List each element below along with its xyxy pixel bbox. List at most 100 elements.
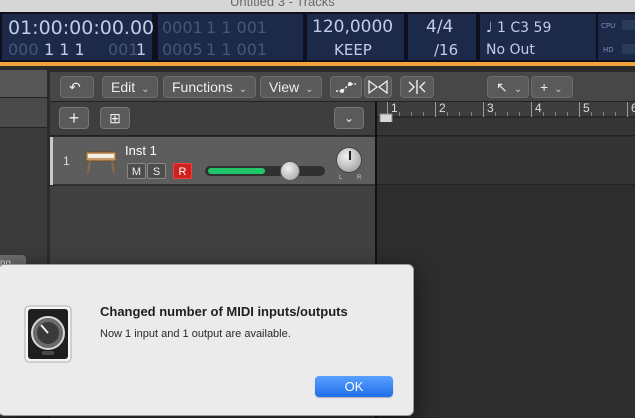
ruler-tick [459, 112, 460, 116]
volume-fader-knob[interactable] [280, 161, 300, 181]
cpu-label: CPU [601, 22, 616, 30]
ruler-tick [591, 112, 592, 116]
bar-ruler[interactable]: 1 2 3 4 5 6 [377, 102, 635, 117]
track-selection-indicator [50, 137, 53, 185]
hd-meter [622, 44, 635, 54]
marquee-tool-menu[interactable]: + ⌄ [531, 76, 573, 98]
chevron-down-icon: ⌄ [305, 84, 314, 95]
ok-button[interactable]: OK [315, 376, 393, 397]
flex-icon [368, 79, 388, 95]
lcd-division[interactable]: /16 [434, 41, 458, 59]
ruler-bar-label: 2 [435, 102, 446, 117]
functions-menu-label: Functions [172, 79, 233, 95]
lcd-midi-in: ♩ 1 C3 59 [486, 20, 552, 36]
window-title: Untitled 3 - Tracks [230, 0, 335, 9]
solo-button[interactable]: S [147, 163, 166, 179]
view-menu-label: View [269, 79, 300, 95]
lcd-length-dim: 0005 [162, 40, 203, 59]
ruler-tick [567, 112, 568, 116]
dialog-headline: Changed number of MIDI inputs/outputs [100, 304, 348, 319]
duplicate-track-button[interactable]: ⊞ [100, 107, 130, 129]
ruler-tick [615, 112, 616, 116]
ruler-tick [603, 112, 604, 116]
lcd-bars-suffix-dim: 001 [108, 40, 139, 59]
lcd-bars-prefix: 000 [8, 40, 39, 59]
ruler-bar-label: 4 [531, 102, 542, 117]
automation-button[interactable] [330, 76, 362, 98]
ruler-bar-label: 3 [483, 102, 494, 117]
inspector-header [0, 70, 47, 98]
ruler-tick [507, 112, 508, 116]
track-number: 1 [63, 154, 70, 168]
lcd-bars-suffix: 1 [136, 40, 147, 59]
ruler-tick [411, 112, 412, 116]
lcd-time-dim-rest: 1 1 001 [206, 18, 268, 37]
hd-label: HD [603, 46, 614, 54]
catch-button[interactable] [400, 76, 434, 98]
dialog-message: Now 1 input and 1 output are available. [100, 328, 291, 340]
catch-playhead-icon [408, 80, 426, 94]
pointer-tool-icon: ↖ [496, 79, 508, 95]
ruler-tick [495, 112, 496, 116]
arrange-area[interactable] [377, 137, 635, 418]
track-list-header: + ⊞ ⌄ [50, 102, 375, 136]
ruler-tick [423, 112, 424, 116]
pan-knob[interactable] [336, 147, 362, 173]
mute-button[interactable]: M [127, 163, 146, 179]
ruler-bar-label: 6 [627, 102, 635, 117]
edit-menu-button[interactable]: Edit ⌄ [102, 76, 158, 98]
control-bar-accent [0, 62, 635, 66]
add-track-button[interactable]: + [59, 107, 89, 129]
crosshair-tool-icon: + [540, 79, 549, 95]
volume-level-fill [208, 168, 265, 174]
keyboard-instrument-icon [85, 151, 117, 174]
undo-arrow-icon: ↶ [69, 79, 81, 95]
ruler-tick [399, 112, 400, 116]
lcd-display[interactable]: 01:00:00:00.00 000 1 1 1 001 1 0001 1 1 … [0, 12, 635, 64]
cpu-meter [622, 20, 635, 30]
playhead-icon[interactable] [379, 112, 393, 122]
track-lane[interactable] [377, 137, 635, 185]
track-name[interactable]: Inst 1 [125, 143, 157, 158]
chevron-down-icon: ⌄ [513, 84, 523, 95]
lcd-tempo[interactable]: 120,0000 [312, 17, 393, 37]
pan-left-label: L [339, 175, 343, 181]
plus-icon: + [68, 108, 80, 128]
logic-pro-app-icon [24, 305, 72, 363]
duplicate-icon: ⊞ [109, 110, 121, 126]
ruler-tick [447, 112, 448, 116]
lcd-bars-position[interactable]: 1 1 1 [44, 40, 85, 59]
title-bar: Untitled 3 - Tracks [0, 0, 635, 12]
ruler-tick [519, 112, 520, 116]
ruler-bar-label: 5 [579, 102, 590, 117]
view-menu-button[interactable]: View ⌄ [260, 76, 322, 98]
volume-fader[interactable] [205, 161, 325, 181]
collapse-icon: ⌄ [343, 111, 355, 125]
lcd-length-rest: 1 1 001 [206, 40, 268, 59]
flex-button[interactable] [364, 76, 392, 98]
inspector-row [0, 98, 47, 128]
lcd-time-dim: 0001 [162, 18, 203, 37]
pan-pointer [349, 151, 351, 160]
global-tracks-button[interactable]: ⌄ [334, 107, 364, 129]
lcd-tempo-mode[interactable]: KEEP [334, 41, 372, 59]
tracks-toolbar: ↶ Edit ⌄ Functions ⌄ View ⌄ ↖ ⌄ + ⌄ [50, 72, 635, 102]
chevron-down-icon: ⌄ [554, 84, 563, 95]
chevron-down-icon: ⌄ [238, 84, 248, 95]
pointer-tool-menu[interactable]: ↖ ⌄ [487, 76, 529, 98]
ruler-tick [543, 112, 544, 116]
ruler-tick [555, 112, 556, 116]
marker-lane[interactable] [377, 118, 635, 136]
lcd-time-signature[interactable]: 4/4 [426, 17, 453, 37]
lcd-midi-out: No Out [486, 42, 535, 58]
automation-curve-icon [336, 82, 356, 93]
track-row[interactable]: 1 Inst 1 M S R L R [50, 137, 375, 185]
record-enable-button[interactable]: R [173, 163, 192, 179]
edit-menu-label: Edit [111, 79, 136, 95]
functions-menu-button[interactable]: Functions ⌄ [163, 76, 256, 98]
alert-dialog: Changed number of MIDI inputs/outputs No… [0, 264, 414, 416]
back-button[interactable]: ↶ [60, 76, 94, 98]
chevron-down-icon: ⌄ [141, 84, 150, 95]
pan-right-label: R [357, 175, 362, 181]
lcd-time-position[interactable]: 01:00:00:00.00 [8, 17, 154, 39]
